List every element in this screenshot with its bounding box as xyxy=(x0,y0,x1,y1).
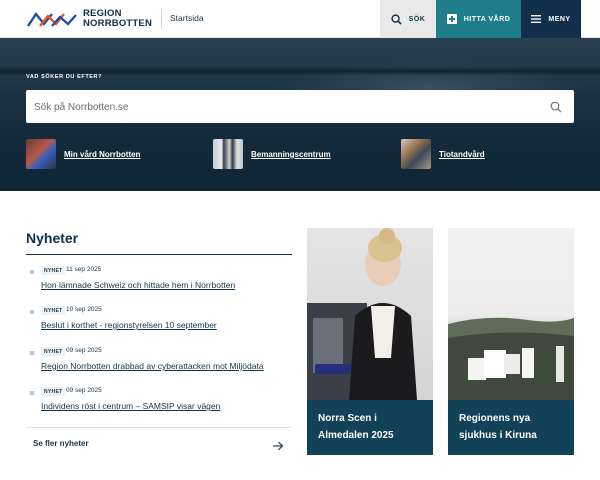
news-heading: Nyheter xyxy=(26,230,79,246)
feature-card-almedalen[interactable]: Norra Scen i Almedalen 2025 xyxy=(307,228,433,455)
news-item: NYHET 11 sep 2025 Hon lämnade Schweiz oc… xyxy=(30,266,290,296)
quick-link-tiotandvard[interactable]: Tiotandvård xyxy=(401,139,485,169)
search-icon[interactable] xyxy=(550,100,562,118)
news-bullet xyxy=(30,310,34,314)
site-header: REGION NORRBOTTEN Startsida SÖK HITTA VÅ… xyxy=(0,0,600,38)
search-icon xyxy=(391,13,402,25)
quick-link-label: Bemanningscentrum xyxy=(251,149,331,159)
card-caption: Regionens nya sjukhus i Kiruna xyxy=(448,400,574,455)
hospital-render-photo xyxy=(448,317,574,400)
hitta-vard-label: HITTA VÅRD xyxy=(463,15,511,23)
quick-link-label: Tiotandvård xyxy=(439,149,485,159)
news-badge: NYHET xyxy=(41,387,66,396)
hero-search-label: VAD SÖKER DU EFTER? xyxy=(26,74,103,80)
news-item: NYHET 09 sep 2025 Region Norrbotten drab… xyxy=(30,347,290,377)
search-button-label: SÖK xyxy=(408,15,426,23)
menu-button[interactable]: MENY xyxy=(521,0,581,38)
news-headline-link[interactable]: Beslut i korthet - regionstyrelsen 10 se… xyxy=(41,320,217,330)
news-badge: NYHET xyxy=(41,266,66,275)
more-news-link[interactable]: Se fler nyheter xyxy=(33,439,89,448)
arrow-right-icon[interactable] xyxy=(272,438,284,456)
more-news-rule xyxy=(26,427,292,428)
news-bullet xyxy=(30,391,34,395)
logo-wordmark: REGION NORRBOTTEN xyxy=(83,8,153,29)
speaker-photo xyxy=(307,228,417,400)
search-button[interactable]: SÖK xyxy=(380,0,436,38)
news-date: 11 sep 2025 xyxy=(66,266,102,273)
news-date: 09 sep 2025 xyxy=(66,347,102,354)
news-date: 10 sep 2025 xyxy=(66,306,102,313)
dental-care-thumbnail xyxy=(401,139,431,169)
news-headline-link[interactable]: Region Norrbotten drabbad av cyberattack… xyxy=(41,361,264,371)
quick-link-label: Min vård Norrbotten xyxy=(64,149,141,159)
plus-square-icon xyxy=(446,14,457,24)
news-bullet xyxy=(30,351,34,355)
header-divider xyxy=(161,9,162,29)
menu-button-label: MENY xyxy=(548,15,571,23)
phone-in-hand-thumbnail xyxy=(26,139,56,169)
region-norrbotten-logo[interactable]: REGION NORRBOTTEN xyxy=(26,8,152,30)
staff-group-thumbnail xyxy=(213,139,243,169)
news-headline-link[interactable]: Hon lämnade Schweiz och hittade hem i No… xyxy=(41,280,235,290)
card-caption: Norra Scen i Almedalen 2025 xyxy=(307,400,433,455)
logo-mark-icon xyxy=(27,11,77,27)
news-item: NYHET 09 sep 2025 Individens röst i cent… xyxy=(30,387,290,417)
news-item: NYHET 10 sep 2025 Beslut i korthet - reg… xyxy=(30,306,290,336)
news-badge: NYHET xyxy=(41,306,66,315)
site-search-input[interactable] xyxy=(34,98,534,116)
startsida-link[interactable]: Startsida xyxy=(170,13,204,23)
news-bullet xyxy=(30,270,34,274)
news-date: 09 sep 2025 xyxy=(66,387,102,394)
news-badge: NYHET xyxy=(41,347,66,356)
quick-link-bemanningscentrum[interactable]: Bemanningscentrum xyxy=(213,139,331,169)
hero-search-section: VAD SÖKER DU EFTER? Min vård Norrbotten … xyxy=(0,38,600,191)
news-headline-link[interactable]: Individens röst i centrum – SAMSIP visar… xyxy=(41,401,220,411)
hamburger-icon xyxy=(531,15,542,23)
quick-link-min-vard[interactable]: Min vård Norrbotten xyxy=(26,139,140,169)
feature-card-kiruna-hospital[interactable]: Regionens nya sjukhus i Kiruna xyxy=(448,228,574,455)
hitta-vard-button[interactable]: HITTA VÅRD xyxy=(436,0,521,38)
news-heading-rule xyxy=(26,254,292,255)
